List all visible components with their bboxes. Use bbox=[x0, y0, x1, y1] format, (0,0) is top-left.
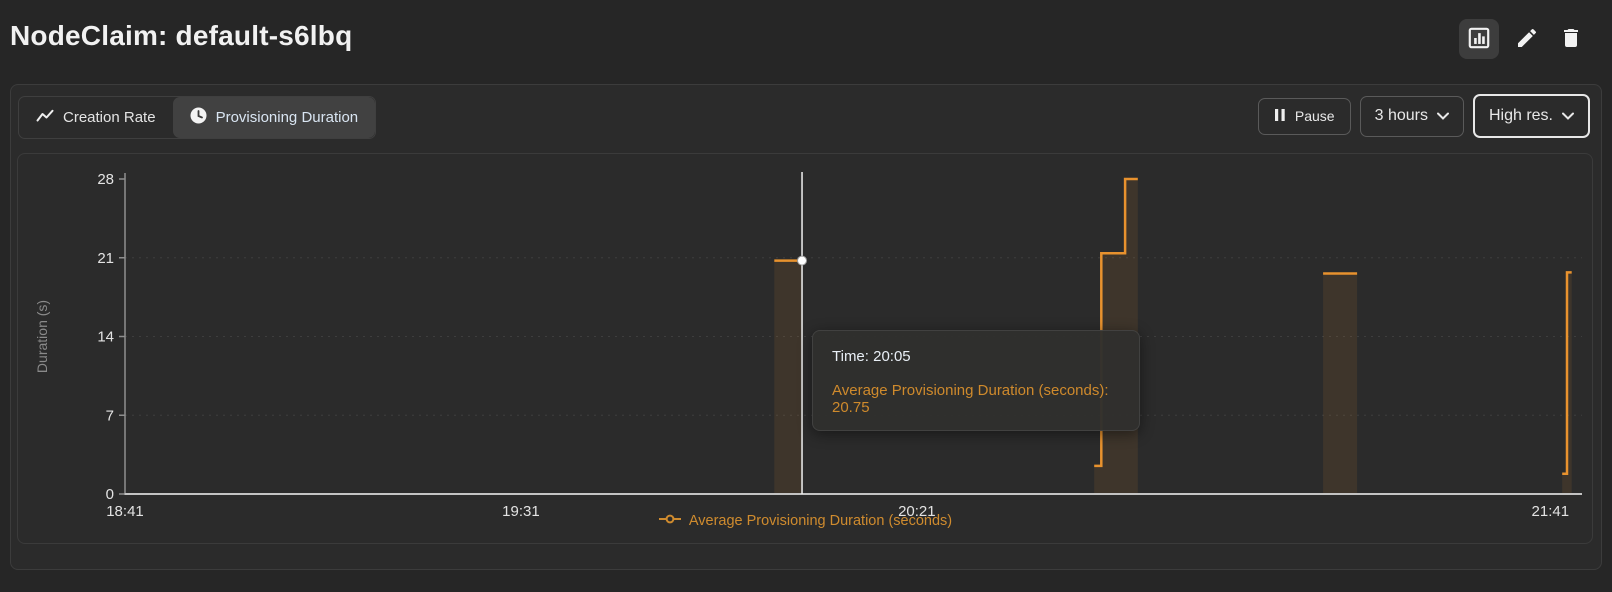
header-actions bbox=[1459, 19, 1587, 59]
duration-chart-svg[interactable]: 0714212818:4119:3120:2121:41Duration (s) bbox=[18, 154, 1592, 543]
chart-legend[interactable]: Average Provisioning Duration (seconds) bbox=[18, 513, 1592, 529]
trash-icon bbox=[1559, 26, 1583, 53]
chart-view-button[interactable] bbox=[1459, 19, 1499, 59]
chart-controls: Pause 3 hours High res. bbox=[1258, 94, 1590, 138]
chart-tabs: Creation Rate Provisioning Duration bbox=[18, 96, 376, 139]
chevron-down-icon bbox=[1437, 107, 1449, 125]
pause-icon bbox=[1274, 108, 1286, 125]
clock-icon bbox=[190, 107, 207, 128]
metrics-panel: Creation Rate Provisioning Duration Paus… bbox=[10, 84, 1602, 570]
chart-container: 0714212818:4119:3120:2121:41Duration (s)… bbox=[17, 153, 1593, 544]
svg-text:0: 0 bbox=[106, 486, 114, 503]
tab-creation-rate[interactable]: Creation Rate bbox=[19, 97, 173, 138]
svg-text:21: 21 bbox=[97, 250, 114, 267]
tab-label: Creation Rate bbox=[63, 109, 156, 126]
tooltip-time: Time: 20:05 bbox=[832, 348, 1120, 365]
delete-button[interactable] bbox=[1555, 23, 1587, 55]
pencil-icon bbox=[1515, 26, 1539, 53]
tab-label: Provisioning Duration bbox=[216, 109, 359, 126]
pause-button[interactable]: Pause bbox=[1258, 98, 1351, 135]
trend-line-icon bbox=[36, 109, 54, 127]
svg-text:7: 7 bbox=[106, 407, 114, 424]
resolution-value: High res. bbox=[1489, 107, 1553, 125]
pause-label: Pause bbox=[1295, 108, 1335, 124]
resolution-select[interactable]: High res. bbox=[1473, 94, 1590, 138]
svg-text:Duration (s): Duration (s) bbox=[34, 300, 50, 373]
tooltip-value: Average Provisioning Duration (seconds):… bbox=[832, 382, 1120, 416]
svg-text:28: 28 bbox=[97, 171, 114, 188]
chart-tooltip: Time: 20:05 Average Provisioning Duratio… bbox=[812, 330, 1140, 431]
tab-provisioning-duration[interactable]: Provisioning Duration bbox=[173, 97, 376, 138]
svg-text:14: 14 bbox=[97, 329, 114, 346]
bar-chart-icon bbox=[1466, 25, 1492, 54]
chevron-down-icon bbox=[1562, 107, 1574, 125]
legend-label: Average Provisioning Duration (seconds) bbox=[689, 513, 952, 529]
edit-button[interactable] bbox=[1511, 23, 1543, 55]
page-title: NodeClaim: default-s6lbq bbox=[10, 20, 352, 52]
time-range-select[interactable]: 3 hours bbox=[1360, 96, 1464, 137]
time-range-value: 3 hours bbox=[1375, 107, 1428, 125]
legend-marker-icon bbox=[658, 513, 682, 529]
